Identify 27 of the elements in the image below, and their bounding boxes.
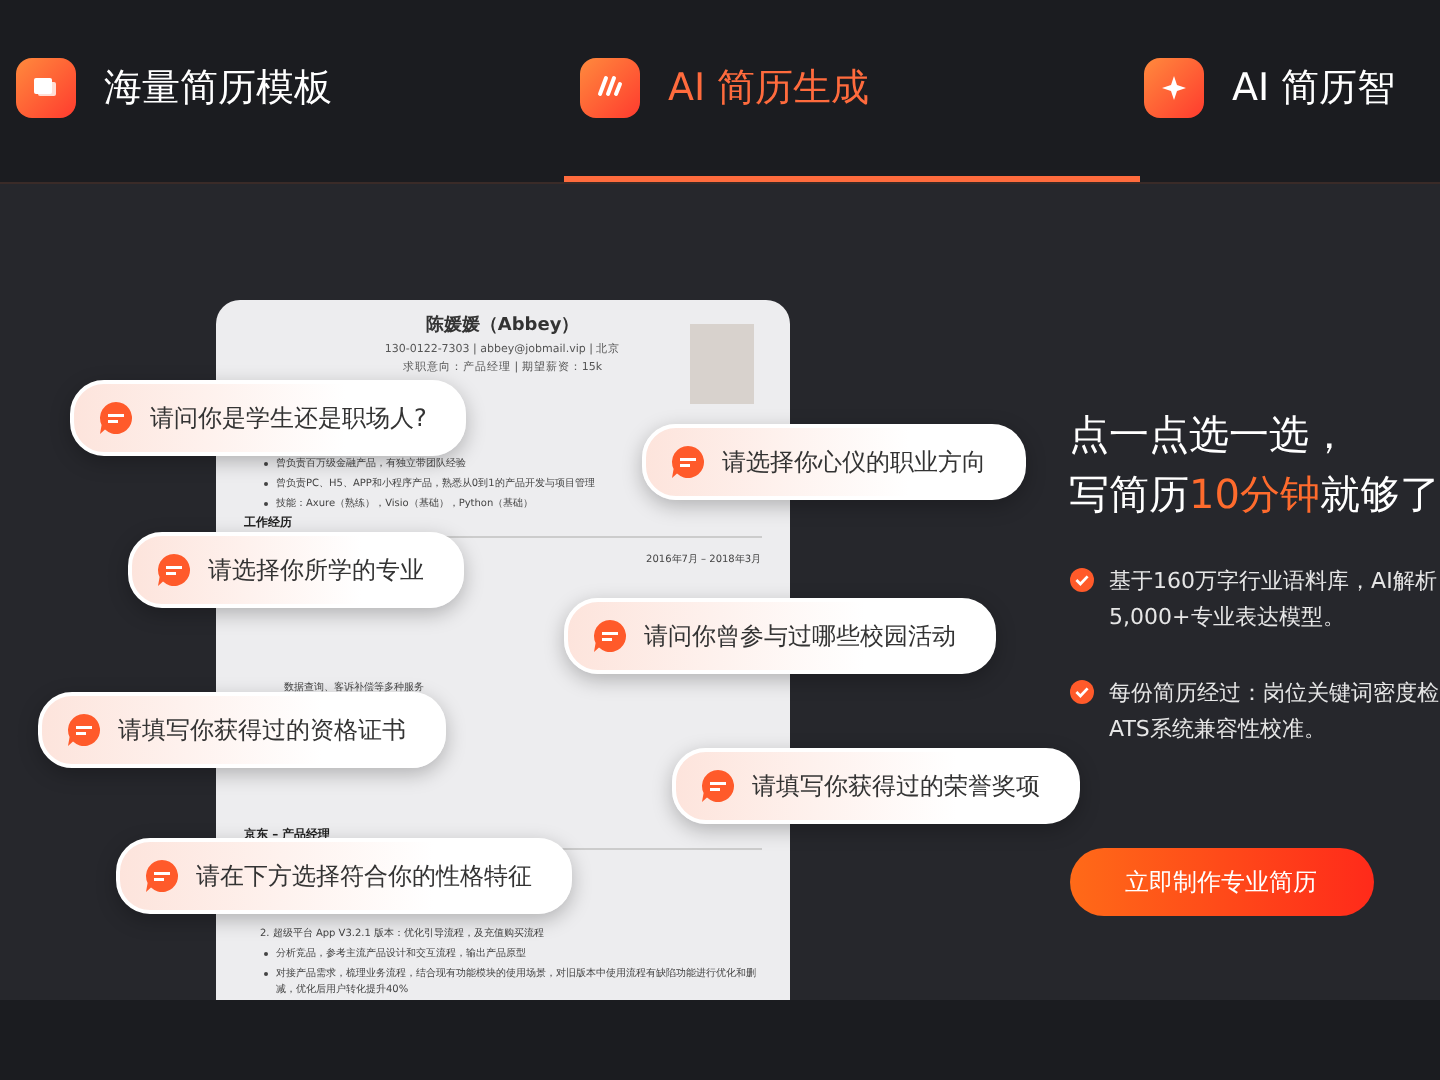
prompt-bubble[interactable]: 请问你曾参与过哪些校园活动 — [564, 598, 996, 674]
chat-bubble-icon — [700, 768, 736, 804]
chat-bubble-icon — [144, 858, 180, 894]
prompt-bubble[interactable]: 请在下方选择符合你的性格特征 — [116, 838, 572, 914]
prompt-bubble[interactable]: 请选择你所学的专业 — [128, 532, 464, 608]
feature-text: 基于160万字行业语料库，AI解析 — [1109, 566, 1437, 598]
chat-bubble-icon — [156, 552, 192, 588]
pages-icon — [16, 58, 76, 118]
feature-text: 5,000+专业表达模型。 — [1109, 602, 1347, 634]
check-icon — [1069, 680, 1094, 704]
chat-bubble-icon — [592, 618, 628, 654]
check-icon — [1069, 568, 1094, 592]
prompt-bubble[interactable]: 请选择你心仪的职业方向 — [642, 424, 1026, 500]
resume-name: 陈媛媛（Abbey） — [423, 316, 582, 338]
prompt-bubble[interactable]: 请填写你获得过的资格证书 — [38, 692, 446, 768]
sparkle-icon — [1144, 58, 1204, 118]
chat-bubble-icon — [98, 400, 134, 436]
headline: 写简历10分钟就够了 — [1069, 468, 1440, 522]
prompt-bubble[interactable]: 请问你是学生还是职场人? — [70, 380, 467, 456]
chat-bubble-icon — [66, 712, 102, 748]
chat-bubble-icon — [670, 444, 706, 480]
pen-strokes-icon — [580, 58, 640, 118]
feature-text: 每份简历经过：岗位关键词密度检 — [1109, 678, 1440, 710]
feature-text: ATS系统兼容性校准。 — [1109, 714, 1328, 746]
photo-placeholder — [689, 324, 754, 404]
headline: 点一点选一选， — [1069, 408, 1352, 462]
prompt-bubble[interactable]: 请填写你获得过的荣誉奖项 — [672, 748, 1080, 824]
